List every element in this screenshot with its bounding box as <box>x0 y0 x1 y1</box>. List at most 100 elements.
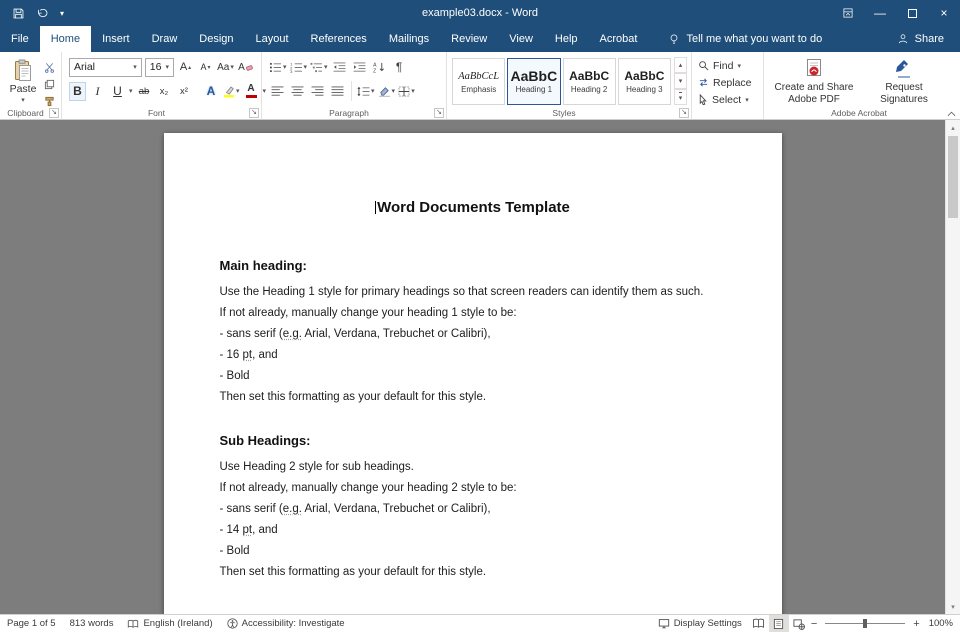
zoom-out-button[interactable]: − <box>809 618 819 630</box>
vertical-scrollbar[interactable]: ▴ ▾ <box>945 120 960 614</box>
grow-font-button[interactable]: A▴ <box>177 58 194 77</box>
text-effects-button[interactable]: A <box>203 82 220 101</box>
align-right-button[interactable] <box>309 82 326 101</box>
zoom-slider[interactable] <box>825 623 905 624</box>
decrease-indent-button[interactable] <box>331 58 348 77</box>
align-center-button[interactable] <box>289 82 306 101</box>
shrink-font-button[interactable]: A▾ <box>197 58 214 77</box>
change-case-button[interactable]: Aa▾ <box>217 58 234 77</box>
font-family-combo[interactable]: Arial ▾ <box>69 58 142 77</box>
tab-file[interactable]: File <box>0 26 40 52</box>
scroll-up-icon[interactable]: ▴ <box>946 120 960 135</box>
font-dialog-launcher-icon[interactable]: ↘ <box>249 108 259 118</box>
tab-design[interactable]: Design <box>188 26 244 52</box>
tell-me-box[interactable]: Tell me what you want to do <box>668 26 822 52</box>
clear-formatting-button[interactable]: A <box>237 58 254 77</box>
doc-text: - Bold <box>220 370 250 382</box>
tab-insert[interactable]: Insert <box>91 26 141 52</box>
underline-caret-icon[interactable]: ▾ <box>129 87 133 95</box>
replace-button[interactable]: Replace <box>698 75 757 90</box>
align-left-button[interactable] <box>269 82 286 101</box>
style-heading-3[interactable]: AaBbC Heading 3 <box>618 58 671 105</box>
zoom-slider-thumb[interactable] <box>863 619 867 628</box>
ribbon-display-options-icon[interactable] <box>832 0 864 26</box>
tab-references[interactable]: References <box>300 26 378 52</box>
share-button[interactable]: Share <box>897 26 960 52</box>
tab-acrobat[interactable]: Acrobat <box>589 26 649 52</box>
style-heading-1[interactable]: AaBbC Heading 1 <box>507 58 560 105</box>
paste-button[interactable]: Paste ▾ <box>6 57 40 108</box>
zoom-level[interactable]: 100% <box>922 618 960 629</box>
language-indicator[interactable]: English (Ireland) <box>120 618 219 629</box>
display-settings-button[interactable]: Display Settings <box>651 618 749 629</box>
replace-label: Replace <box>713 77 752 89</box>
scroll-down-icon[interactable]: ▾ <box>946 599 960 614</box>
underline-button[interactable]: U <box>109 82 126 101</box>
justify-button[interactable] <box>329 82 346 101</box>
highlight-button[interactable]: ▾ <box>223 82 240 101</box>
close-button[interactable]: × <box>928 0 960 26</box>
line-spacing-button[interactable]: ▾ <box>357 82 375 101</box>
italic-button[interactable]: I <box>89 82 106 101</box>
tab-home[interactable]: Home <box>40 26 91 52</box>
format-painter-icon[interactable] <box>44 94 55 108</box>
show-hide-pilcrow-button[interactable]: ¶ <box>391 58 408 77</box>
find-button[interactable]: Find ▾ <box>698 58 757 73</box>
qat-customize-caret-icon[interactable]: ▾ <box>60 9 64 18</box>
multilevel-list-button[interactable]: ▾ <box>310 58 328 77</box>
word-count[interactable]: 813 words <box>63 618 121 629</box>
increase-indent-button[interactable] <box>351 58 368 77</box>
collapse-ribbon-icon[interactable] <box>947 111 956 117</box>
page-indicator[interactable]: Page 1 of 5 <box>0 618 63 629</box>
numbering-button[interactable]: 123▾ <box>290 58 308 77</box>
styles-gallery-more-icon[interactable]: ▾ <box>674 89 687 105</box>
strikethrough-button[interactable]: ab <box>136 82 153 101</box>
zoom-in-button[interactable]: + <box>911 618 921 630</box>
doc-text: Use Heading 2 style for sub headings. <box>220 461 414 473</box>
paragraph-dialog-launcher-icon[interactable]: ↘ <box>434 108 444 118</box>
read-mode-button[interactable] <box>749 615 769 632</box>
sort-button[interactable]: AZ <box>371 58 388 77</box>
print-layout-button[interactable] <box>769 615 789 632</box>
tab-help[interactable]: Help <box>544 26 589 52</box>
style-heading-2[interactable]: AaBbC Heading 2 <box>563 58 616 105</box>
styles-scroll-up-icon[interactable]: ▴ <box>674 57 687 73</box>
copy-icon[interactable] <box>44 77 55 91</box>
superscript-button[interactable]: x² <box>176 82 193 101</box>
doc-text: If not already, manually change your hea… <box>220 307 517 319</box>
numbering-caret-icon: ▾ <box>304 63 308 71</box>
doc-paragraph: - Bold <box>220 541 726 562</box>
style-emphasis[interactable]: AaBbCcL Emphasis <box>452 58 505 105</box>
styles-dialog-launcher-icon[interactable]: ↘ <box>679 108 689 118</box>
request-signatures-button[interactable]: Request Signatures <box>862 56 946 105</box>
styles-scroll-down-icon[interactable]: ▾ <box>674 73 687 89</box>
increase-indent-icon <box>353 62 366 73</box>
minimize-button[interactable]: — <box>864 0 896 26</box>
shading-button[interactable]: ▾ <box>378 82 396 101</box>
tab-mailings[interactable]: Mailings <box>378 26 440 52</box>
clipboard-dialog-launcher-icon[interactable]: ↘ <box>49 108 59 118</box>
document-workspace[interactable]: Word Documents Template Main heading:Use… <box>0 120 945 614</box>
tab-layout[interactable]: Layout <box>245 26 300 52</box>
doc-text: Use the Heading 1 style for primary head… <box>220 286 704 298</box>
font-color-button[interactable]: A <box>243 82 260 101</box>
scrollbar-thumb[interactable] <box>948 136 958 218</box>
tab-view[interactable]: View <box>498 26 544 52</box>
borders-button[interactable]: ▾ <box>398 82 415 101</box>
subscript-button[interactable]: x₂ <box>156 82 173 101</box>
tab-review[interactable]: Review <box>440 26 498 52</box>
bullets-button[interactable]: ▾ <box>269 58 287 77</box>
accessibility-icon <box>227 618 238 629</box>
maximize-button[interactable] <box>896 0 928 26</box>
cut-icon[interactable] <box>44 60 55 74</box>
tab-draw[interactable]: Draw <box>141 26 189 52</box>
bold-button[interactable]: B <box>69 82 86 101</box>
create-share-pdf-button[interactable]: Create and Share Adobe PDF <box>772 56 856 105</box>
save-icon[interactable] <box>12 7 25 20</box>
font-size-combo[interactable]: 16 ▾ <box>145 58 174 77</box>
web-layout-button[interactable] <box>789 615 809 632</box>
accessibility-indicator[interactable]: Accessibility: Investigate <box>220 618 352 629</box>
undo-icon[interactable] <box>36 7 49 20</box>
select-button[interactable]: Select ▾ <box>698 92 757 107</box>
document-page[interactable]: Word Documents Template Main heading:Use… <box>164 133 782 614</box>
